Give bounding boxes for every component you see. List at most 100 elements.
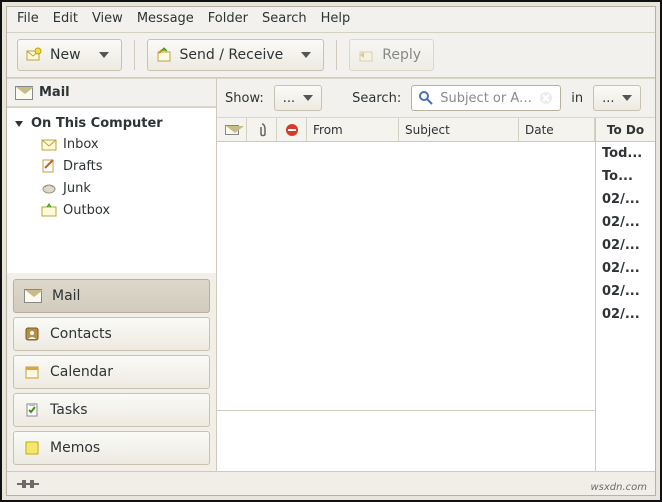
reply-icon (358, 47, 374, 63)
folder-label: Drafts (63, 159, 103, 174)
expander-icon[interactable] (15, 121, 23, 127)
module-mail[interactable]: Mail (13, 279, 210, 313)
menu-edit[interactable]: Edit (53, 11, 78, 26)
clear-icon[interactable] (538, 90, 554, 106)
menu-file[interactable]: File (17, 11, 39, 26)
chevron-down-icon (301, 52, 311, 58)
toolbar-separator (336, 40, 337, 70)
drafts-icon (41, 158, 57, 174)
search-placeholder: Subject or Ad... (440, 91, 532, 106)
module-memos[interactable]: Memos (13, 431, 210, 465)
menu-help[interactable]: Help (321, 11, 351, 26)
todo-item[interactable]: 02/... (596, 211, 655, 234)
col-from[interactable]: From (307, 118, 399, 141)
folder-drafts[interactable]: Drafts (13, 155, 212, 177)
menu-message[interactable]: Message (137, 11, 194, 26)
col-flag[interactable] (277, 118, 307, 141)
col-attachment[interactable] (247, 118, 277, 141)
col-date[interactable]: Date (519, 118, 595, 141)
tree-root[interactable]: On This Computer (13, 114, 212, 133)
sidebar-section-header[interactable]: Mail (7, 78, 216, 107)
envelope-icon (225, 125, 239, 135)
search-label: Search: (352, 91, 401, 106)
status-bar (7, 471, 655, 495)
app-window: File Edit View Message Folder Search Hel… (6, 6, 656, 496)
col-subject[interactable]: Subject (399, 118, 519, 141)
reply-label: Reply (382, 47, 421, 63)
todo-item[interactable]: 02/... (596, 257, 655, 280)
module-switcher: Mail Contacts Calendar Tasks Memos (7, 273, 216, 471)
module-label: Mail (52, 288, 80, 304)
new-label: New (50, 47, 81, 63)
folder-junk[interactable]: Junk (13, 177, 212, 199)
outbox-icon (41, 202, 57, 218)
folder-outbox[interactable]: Outbox (13, 199, 212, 221)
menu-view[interactable]: View (92, 11, 123, 26)
junk-icon (41, 180, 57, 196)
sidebar: Mail On This Computer Inbox Drafts Junk (7, 78, 217, 471)
todo-panel: To Do Tod... To... 02/... 02/... 02/... … (595, 118, 655, 471)
send-receive-button[interactable]: Send / Receive (147, 39, 325, 71)
todo-header[interactable]: To Do (596, 118, 655, 142)
show-dropdown[interactable]: ... (274, 85, 322, 111)
search-input[interactable]: Subject or Ad... (411, 85, 561, 111)
main-area: Mail On This Computer Inbox Drafts Junk (7, 78, 655, 471)
no-entry-icon (285, 123, 299, 137)
attachment-icon (256, 123, 268, 137)
main-toolbar: New Send / Receive Reply (7, 33, 655, 78)
message-list-header: From Subject Date (217, 118, 595, 142)
reply-button[interactable]: Reply (349, 39, 434, 71)
chevron-down-icon (303, 95, 313, 101)
mail-icon (15, 86, 33, 100)
watermark: wsxdn.com (590, 482, 647, 493)
module-label: Contacts (50, 326, 112, 342)
search-icon (418, 90, 434, 106)
toolbar-separator (134, 40, 135, 70)
memos-icon (24, 440, 40, 456)
todo-item[interactable]: Tod... (596, 142, 655, 165)
folder-label: Inbox (63, 137, 99, 152)
contacts-icon (24, 326, 40, 342)
todo-item[interactable]: 02/... (596, 188, 655, 211)
folder-tree[interactable]: On This Computer Inbox Drafts Junk Outbo… (7, 107, 216, 273)
col-from-label: From (313, 123, 343, 137)
show-value: ... (283, 91, 295, 106)
todo-item[interactable]: 02/... (596, 234, 655, 257)
send-receive-label: Send / Receive (180, 47, 284, 63)
tree-root-label: On This Computer (31, 116, 163, 131)
folder-inbox[interactable]: Inbox (13, 133, 212, 155)
chevron-down-icon (622, 95, 632, 101)
in-label: in (571, 91, 583, 106)
new-button[interactable]: New (17, 39, 122, 71)
todo-item[interactable]: 02/... (596, 303, 655, 326)
message-list[interactable] (217, 142, 595, 411)
new-mail-icon (26, 47, 42, 63)
sidebar-section-label: Mail (39, 85, 70, 100)
send-receive-icon (156, 47, 172, 63)
module-contacts[interactable]: Contacts (13, 317, 210, 351)
in-dropdown[interactable]: ... (593, 85, 641, 111)
todo-item[interactable]: To... (596, 165, 655, 188)
chevron-down-icon (99, 52, 109, 58)
col-status[interactable] (217, 118, 247, 141)
module-label: Memos (50, 440, 100, 456)
in-value: ... (602, 91, 614, 106)
module-label: Tasks (50, 402, 88, 418)
filter-bar: Show: ... Search: Subject or Ad... in ..… (217, 78, 655, 118)
module-calendar[interactable]: Calendar (13, 355, 210, 389)
preview-pane (217, 411, 595, 471)
folder-label: Outbox (63, 203, 110, 218)
network-status-icon[interactable] (17, 478, 39, 490)
tasks-icon (24, 402, 40, 418)
show-label: Show: (225, 91, 264, 106)
module-tasks[interactable]: Tasks (13, 393, 210, 427)
window-frame: File Edit View Message Folder Search Hel… (0, 0, 662, 502)
menu-bar: File Edit View Message Folder Search Hel… (7, 7, 655, 33)
folder-label: Junk (63, 181, 91, 196)
col-subject-label: Subject (405, 123, 450, 137)
todo-item[interactable]: 02/... (596, 280, 655, 303)
menu-search[interactable]: Search (262, 11, 307, 26)
inbox-icon (41, 136, 57, 152)
module-label: Calendar (50, 364, 113, 380)
menu-folder[interactable]: Folder (208, 11, 248, 26)
